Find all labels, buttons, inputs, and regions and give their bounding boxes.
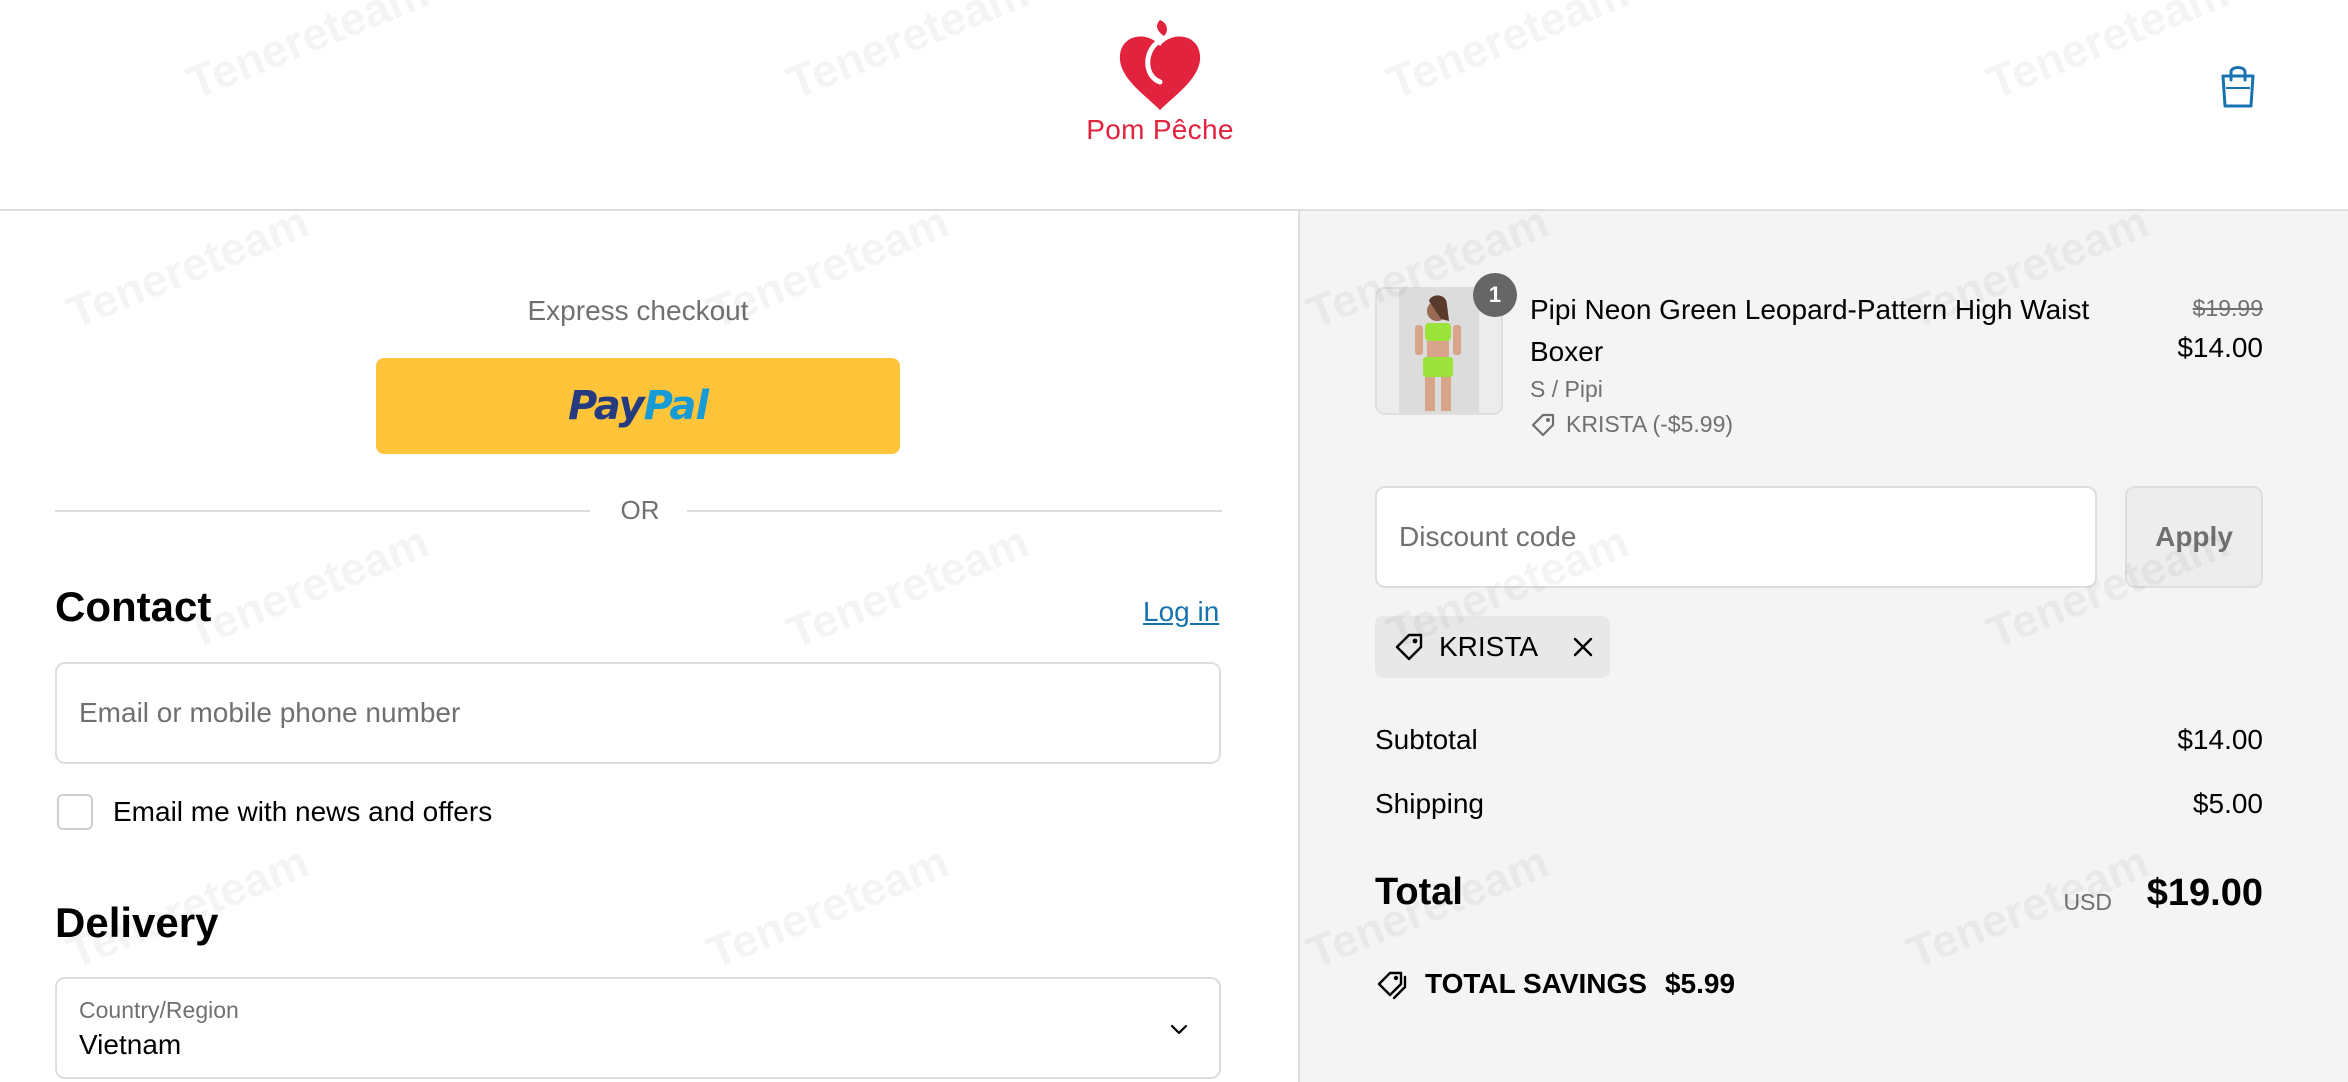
tag-icon [1531,413,1555,436]
login-link[interactable]: Log in [1143,596,1219,628]
divider-line [687,510,1222,512]
email-field[interactable] [55,662,1221,764]
newsletter-label: Email me with news and offers [113,796,493,827]
product-discount-text: KRISTA (-$5.99) [1566,411,1734,437]
total-savings: TOTAL SAVINGS $5.99 [1375,968,1735,1000]
applied-discount-tag: KRISTA [1375,616,1611,678]
or-text: OR [620,495,660,525]
subtotal-value: $14.00 [2177,724,2263,755]
discount-field[interactable] [1375,486,2097,588]
newsletter-checkbox[interactable] [57,794,93,830]
brand-name: Pom Pêche [1086,114,1234,145]
product-name: Pipi Neon Green Leopard-Pattern High Wai… [1530,294,2090,367]
apply-button[interactable]: Apply [2125,486,2263,588]
or-divider: OR [55,491,1222,531]
savings-label: TOTAL SAVINGS [1425,968,1647,999]
email-input[interactable] [57,664,1219,762]
paypal-button[interactable]: PayPal [376,358,900,454]
applied-code: KRISTA [1439,631,1539,662]
header: Pom Pêche [0,0,2348,211]
quantity-badge: 1 [1473,273,1517,317]
total-currency: USD [2063,889,2112,915]
shipping-value: $5.00 [2192,788,2263,819]
product-discount: KRISTA (-$5.99) [1530,411,1733,438]
shopping-bag-icon[interactable] [2218,62,2258,110]
delivery-heading: Delivery [55,899,219,946]
country-select[interactable]: Country/Region Vietnam [55,977,1221,1079]
chevron-down-icon [1170,1024,1188,1035]
order-summary: 1 Pipi Neon Green Leopard-Pattern High W… [1300,211,2348,1082]
subtotal-label: Subtotal [1375,724,1478,755]
item-price: $14.00 [2177,332,2263,363]
product-variant: S / Pipi [1530,376,1603,402]
savings-value: $5.99 [1664,968,1736,999]
peach-logo-icon [1119,20,1201,110]
discount-input[interactable] [1377,488,2095,586]
tag-icon [1395,633,1423,661]
divider-line [55,510,590,512]
tags-icon [1377,971,1407,1000]
brand-logo[interactable]: Pom Pêche [1080,16,1240,146]
shipping-label: Shipping [1375,788,1484,819]
contact-heading: Contact [55,583,212,630]
express-checkout-label: Express checkout [527,295,749,326]
total-label: Total [1375,871,1463,913]
close-icon[interactable] [1570,634,1596,660]
original-price: $19.99 [2192,295,2263,321]
country-value: Vietnam [79,1029,182,1060]
checkout-form: Express checkout PayPal OR Contact Log i… [0,211,1298,1082]
paypal-logo: PayPal [567,383,709,429]
total-value: $19.00 [2146,872,2263,914]
country-label: Country/Region [79,997,239,1023]
